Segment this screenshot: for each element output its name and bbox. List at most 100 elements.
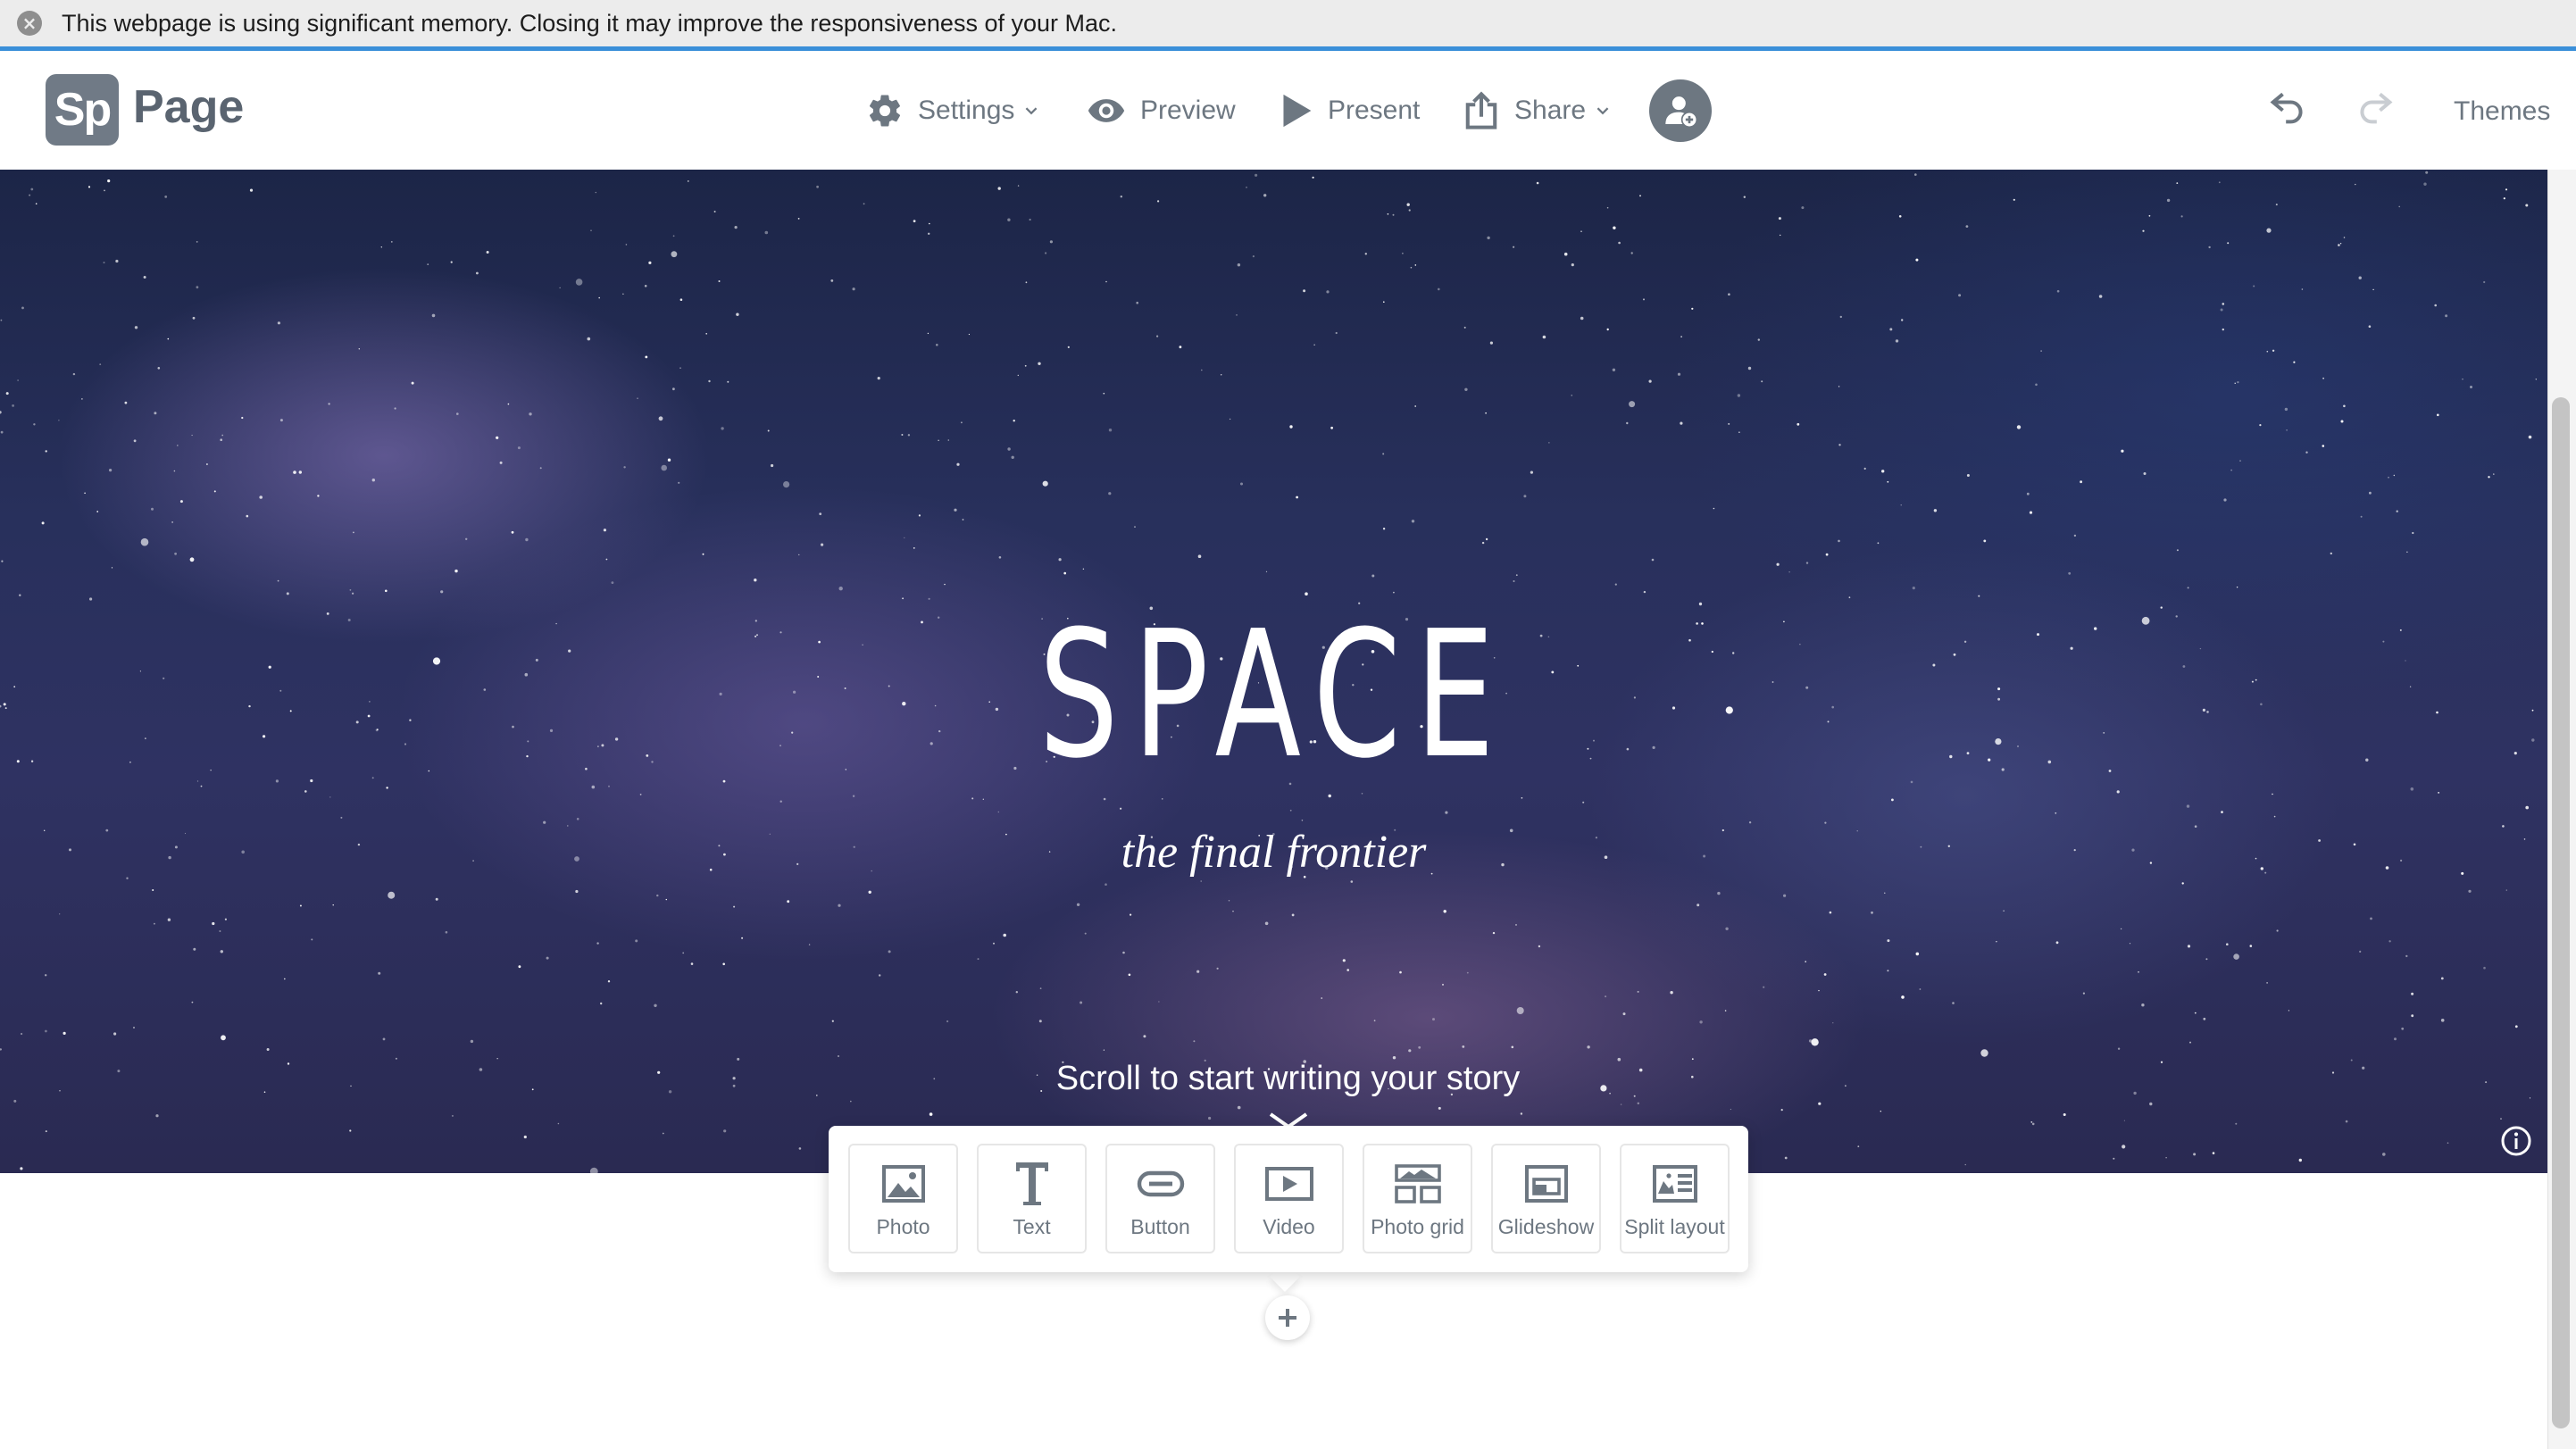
present-button[interactable]: Present — [1280, 84, 1420, 137]
undo-icon[interactable] — [2268, 89, 2307, 125]
star — [1103, 797, 1106, 801]
star — [575, 889, 579, 894]
star — [623, 466, 626, 469]
star — [1952, 1002, 1955, 1004]
star — [221, 434, 224, 437]
star — [722, 962, 725, 966]
insert-label: Text — [1013, 1215, 1051, 1238]
star — [1489, 341, 1493, 345]
star — [1387, 213, 1389, 215]
insert-glideshow-button[interactable]: Glideshow — [1491, 1144, 1601, 1253]
star — [163, 677, 165, 679]
star — [340, 816, 343, 819]
star — [1443, 910, 1446, 913]
star — [557, 1122, 560, 1125]
star — [929, 222, 930, 225]
star — [2117, 1047, 2121, 1050]
preview-label: Preview — [1140, 96, 1236, 125]
star — [21, 306, 24, 310]
star — [2423, 182, 2427, 186]
star — [2483, 966, 2486, 970]
close-icon[interactable]: × — [17, 11, 42, 36]
star — [2253, 285, 2255, 287]
star — [1784, 1156, 1788, 1160]
insert-photo-grid-button[interactable]: Photo grid — [1363, 1144, 1472, 1253]
info-icon[interactable] — [2500, 1125, 2532, 1157]
star — [947, 439, 950, 441]
star — [2322, 445, 2325, 447]
star — [2438, 792, 2440, 794]
add-block-button[interactable] — [1265, 1295, 1310, 1340]
star — [600, 1002, 603, 1005]
insert-video-button[interactable]: Video — [1234, 1144, 1344, 1253]
star — [1364, 253, 1368, 255]
star — [838, 1055, 839, 1057]
star — [1696, 904, 1700, 907]
star — [2121, 449, 2124, 453]
star — [713, 211, 716, 212]
hero-section[interactable]: SPACE the final frontier — [0, 170, 2547, 1173]
star — [205, 463, 208, 465]
scrollbar-thumb[interactable] — [2552, 397, 2570, 1428]
star — [546, 956, 549, 960]
star — [21, 1032, 23, 1036]
star — [1382, 453, 1385, 455]
star — [1201, 369, 1203, 371]
star — [1289, 425, 1293, 429]
star — [151, 507, 154, 511]
star — [1613, 226, 1616, 229]
star — [679, 298, 683, 301]
insert-split-layout-button[interactable]: Split layout — [1620, 1144, 1730, 1253]
star — [1805, 562, 1809, 564]
star — [58, 420, 60, 421]
star — [517, 446, 521, 450]
redo-icon[interactable] — [2355, 89, 2395, 125]
star — [511, 530, 514, 534]
star — [193, 947, 196, 951]
star — [2388, 940, 2391, 943]
star — [2505, 188, 2508, 191]
star — [727, 380, 729, 383]
star — [219, 930, 221, 932]
star — [1606, 328, 1609, 331]
star — [1891, 798, 1894, 802]
star — [2055, 812, 2057, 814]
insert-text-button[interactable]: Text — [977, 1144, 1087, 1253]
star — [1134, 526, 1136, 528]
star — [388, 891, 396, 899]
star — [134, 326, 138, 329]
star — [328, 403, 330, 405]
star — [241, 416, 244, 420]
settings-menu-button[interactable]: Settings — [866, 84, 1052, 137]
preview-button[interactable]: Preview — [1087, 84, 1236, 137]
star — [611, 581, 614, 584]
star — [1713, 507, 1715, 510]
star — [2029, 511, 2033, 514]
present-label: Present — [1328, 96, 1421, 125]
star — [411, 381, 414, 385]
themes-button[interactable]: Themes — [2454, 96, 2550, 127]
insert-button-button[interactable]: Button — [1105, 1144, 1215, 1253]
invite-collaborator-button[interactable] — [1649, 79, 1712, 142]
star — [946, 1020, 949, 1023]
star — [2035, 383, 2038, 387]
star — [1399, 970, 1402, 974]
star — [1728, 293, 1730, 296]
star — [174, 552, 178, 555]
star — [672, 235, 675, 237]
star — [1738, 431, 1740, 433]
star — [1321, 997, 1322, 999]
page-title[interactable]: SPACE — [356, 594, 2190, 797]
star — [2122, 1145, 2126, 1149]
star — [2223, 498, 2227, 502]
page-subtitle[interactable]: the final frontier — [0, 826, 2547, 879]
logo-mark[interactable]: Sp — [46, 74, 119, 146]
insert-photo-button[interactable]: Photo — [848, 1144, 958, 1253]
star — [1818, 989, 1820, 992]
star — [107, 179, 111, 183]
star — [1003, 933, 1006, 937]
star — [2468, 889, 2472, 893]
share-menu-button[interactable]: Share — [1463, 84, 1623, 137]
star — [1914, 173, 1917, 176]
star — [2176, 182, 2179, 184]
